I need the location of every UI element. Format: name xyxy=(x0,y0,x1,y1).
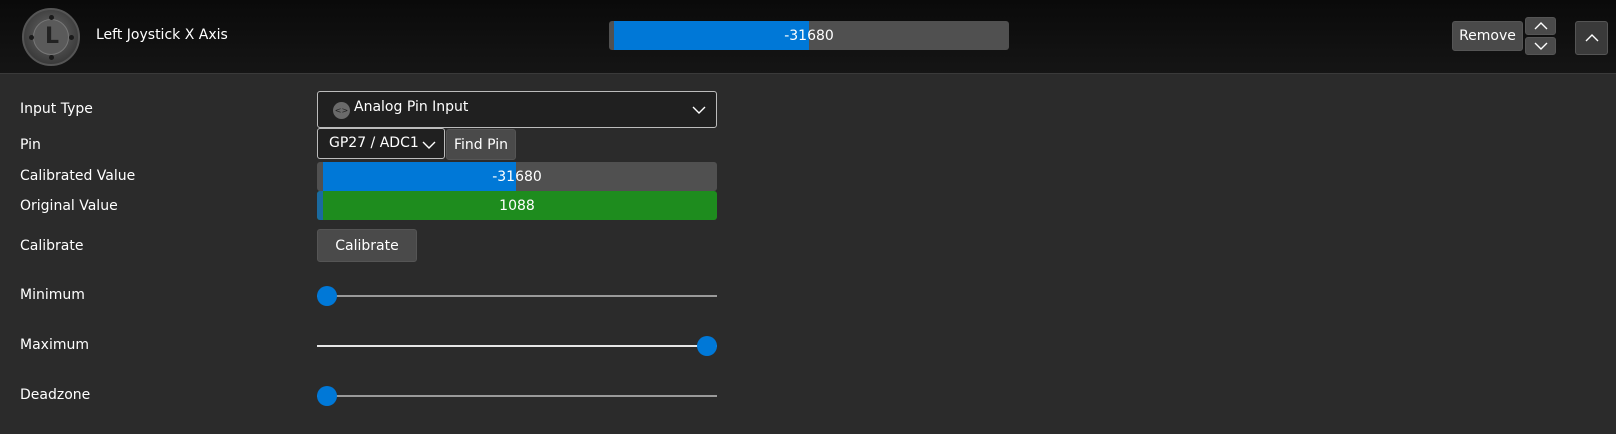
maximum-slider-track[interactable] xyxy=(317,345,717,347)
move-up-button[interactable] xyxy=(1525,17,1556,35)
chevron-down-icon xyxy=(1534,42,1547,50)
maximum-label: Maximum xyxy=(20,337,89,353)
original-value-bar: 1088 xyxy=(317,191,717,220)
calibrate-button[interactable]: Calibrate xyxy=(317,229,417,262)
input-type-value: Analog Pin Input xyxy=(354,99,469,115)
chevron-down-icon xyxy=(422,141,436,149)
header-value-bar: -31680 xyxy=(609,21,1009,50)
move-down-button[interactable] xyxy=(1525,37,1556,55)
joystick-letter: L xyxy=(44,24,60,49)
chevron-up-icon xyxy=(1534,22,1547,30)
minimum-slider-track[interactable] xyxy=(317,295,717,297)
joystick-l-icon: L xyxy=(22,8,80,66)
collapse-button[interactable] xyxy=(1575,21,1608,55)
input-type-select[interactable]: <> Analog Pin Input xyxy=(317,91,717,128)
calibrated-value-label: Calibrated Value xyxy=(20,168,136,184)
minimum-slider-thumb[interactable] xyxy=(317,286,337,306)
chevron-down-icon xyxy=(692,106,706,114)
remove-button[interactable]: Remove xyxy=(1452,21,1523,51)
analog-pin-icon: <> xyxy=(333,102,350,119)
find-pin-button[interactable]: Find Pin xyxy=(446,129,516,160)
mapping-title: Left Joystick X Axis xyxy=(96,27,228,43)
header-value-text: -31680 xyxy=(784,27,834,44)
deadzone-slider-thumb[interactable] xyxy=(317,386,337,406)
calibrated-value-bar: -31680 xyxy=(317,162,717,191)
input-type-label: Input Type xyxy=(20,101,93,117)
maximum-slider-thumb[interactable] xyxy=(697,336,717,356)
original-value-text: 1088 xyxy=(499,197,535,214)
pin-select[interactable]: GP27 / ADC1 xyxy=(317,128,445,159)
original-value-label: Original Value xyxy=(20,198,118,214)
pin-label: Pin xyxy=(20,137,41,153)
calibrate-label: Calibrate xyxy=(20,238,84,254)
chevron-up-icon xyxy=(1585,34,1598,42)
deadzone-label: Deadzone xyxy=(20,387,91,403)
pin-value: GP27 / ADC1 xyxy=(329,135,419,151)
minimum-label: Minimum xyxy=(20,287,85,303)
deadzone-slider-track[interactable] xyxy=(317,395,717,397)
mapping-header[interactable]: L Left Joystick X Axis -31680 Remove xyxy=(0,0,1616,74)
calibrated-value-text: -31680 xyxy=(492,168,542,185)
